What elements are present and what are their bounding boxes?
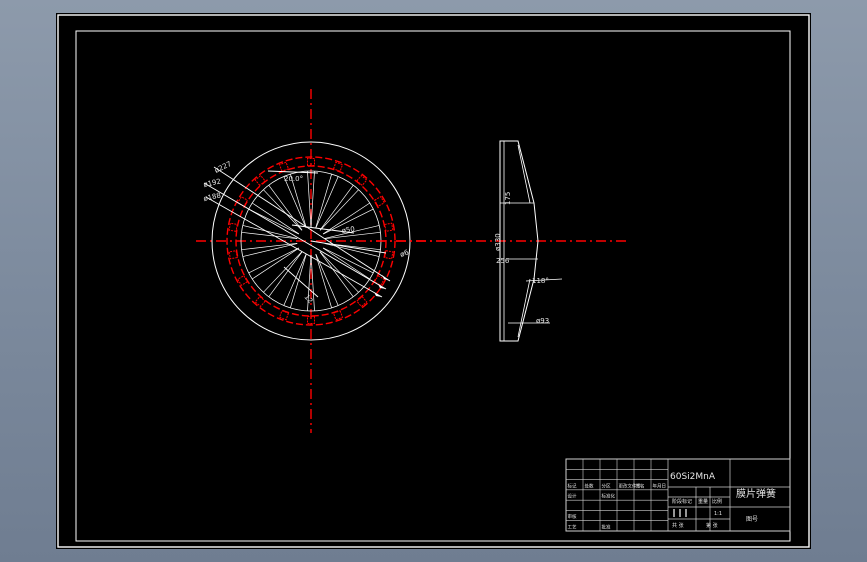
slot-edge: [319, 251, 359, 293]
dim-d330: ø330: [494, 233, 502, 251]
dim-d50: ø50: [341, 225, 355, 235]
stage-label: 阶段标记: [672, 498, 692, 505]
title-block-cell-text: 批准: [602, 524, 611, 531]
dim-256: 256: [496, 257, 510, 265]
title-block-cell-text: 工艺: [568, 525, 577, 531]
leaders-left: [203, 166, 391, 298]
title-block-cell-text: 审核: [568, 513, 577, 520]
drawing-number: 图号: [746, 516, 758, 523]
title-block-cell-text: 设计: [568, 493, 577, 500]
stage-marks: [673, 509, 687, 517]
dim-r12: 12: [302, 293, 314, 305]
slot-end-hole: [332, 161, 344, 172]
dim-d188: ø188: [203, 191, 222, 202]
dim-d192: ø192: [203, 177, 222, 188]
slot-edge: [263, 189, 303, 231]
material-label: 60Si2MnA: [670, 472, 716, 482]
slot-edge: [248, 247, 299, 274]
dim-angle-118: 118°: [532, 277, 549, 285]
outer-border: [57, 14, 810, 548]
dim-175: 175: [504, 192, 512, 205]
slot-end-hole: [384, 250, 394, 260]
inner-border: [75, 30, 791, 542]
side-view: 175 ø330 256 118° ø93: [376, 140, 628, 342]
slot-edge: [315, 174, 332, 228]
ratio-label: 比例: [712, 498, 722, 505]
dim-angle-20: 20.0°: [284, 175, 303, 183]
scale-value: 1:1: [714, 511, 722, 517]
slot-edge: [263, 251, 303, 293]
sheet-number: 第 张: [706, 522, 718, 529]
title-block: 标记 处数 分区 更改文件号签名 年月日设计 标准化审核工艺 批准 60Si2MnA 膜片弹…: [565, 458, 791, 532]
slot-end-hole: [237, 275, 249, 286]
slot-edge: [310, 171, 315, 228]
sheet-total: 共 张: [672, 522, 684, 529]
slot-end-hole: [278, 161, 290, 172]
weight-label: 重量: [698, 498, 708, 505]
drawing-sheet: ø227 ø192 ø188 20.0° ø50 ø6 12 175 ø330 …: [56, 13, 811, 549]
part-name-label: 膜片弹簧: [736, 487, 776, 500]
slot-end-hole: [228, 222, 238, 232]
slot-edge: [307, 171, 312, 228]
title-block-cell-text: 分区: [602, 482, 611, 489]
slot-edge: [323, 247, 374, 274]
slot-edge: [310, 254, 315, 311]
slot-edge: [248, 208, 299, 235]
cad-drawing: ø227 ø192 ø188 20.0° ø50 ø6 12 175 ø330 …: [57, 14, 810, 548]
dim-d93: ø93: [536, 317, 549, 325]
slot-end-hole: [384, 222, 394, 232]
title-block-grid: [566, 459, 668, 531]
title-block-cell-text: 年月日: [653, 482, 667, 489]
title-block-cell-text: 标记: [568, 482, 577, 489]
title-block-cell-text: 处数: [585, 482, 594, 489]
title-block-cell-text: 签名: [636, 482, 645, 489]
slot-edge: [319, 189, 359, 231]
slot-end-hole: [228, 250, 238, 260]
title-block-cell-text: 标准化: [602, 493, 616, 500]
slot-edge: [315, 254, 332, 308]
front-view: ø227 ø192 ø188 20.0° ø50 ø6 12: [196, 89, 432, 433]
